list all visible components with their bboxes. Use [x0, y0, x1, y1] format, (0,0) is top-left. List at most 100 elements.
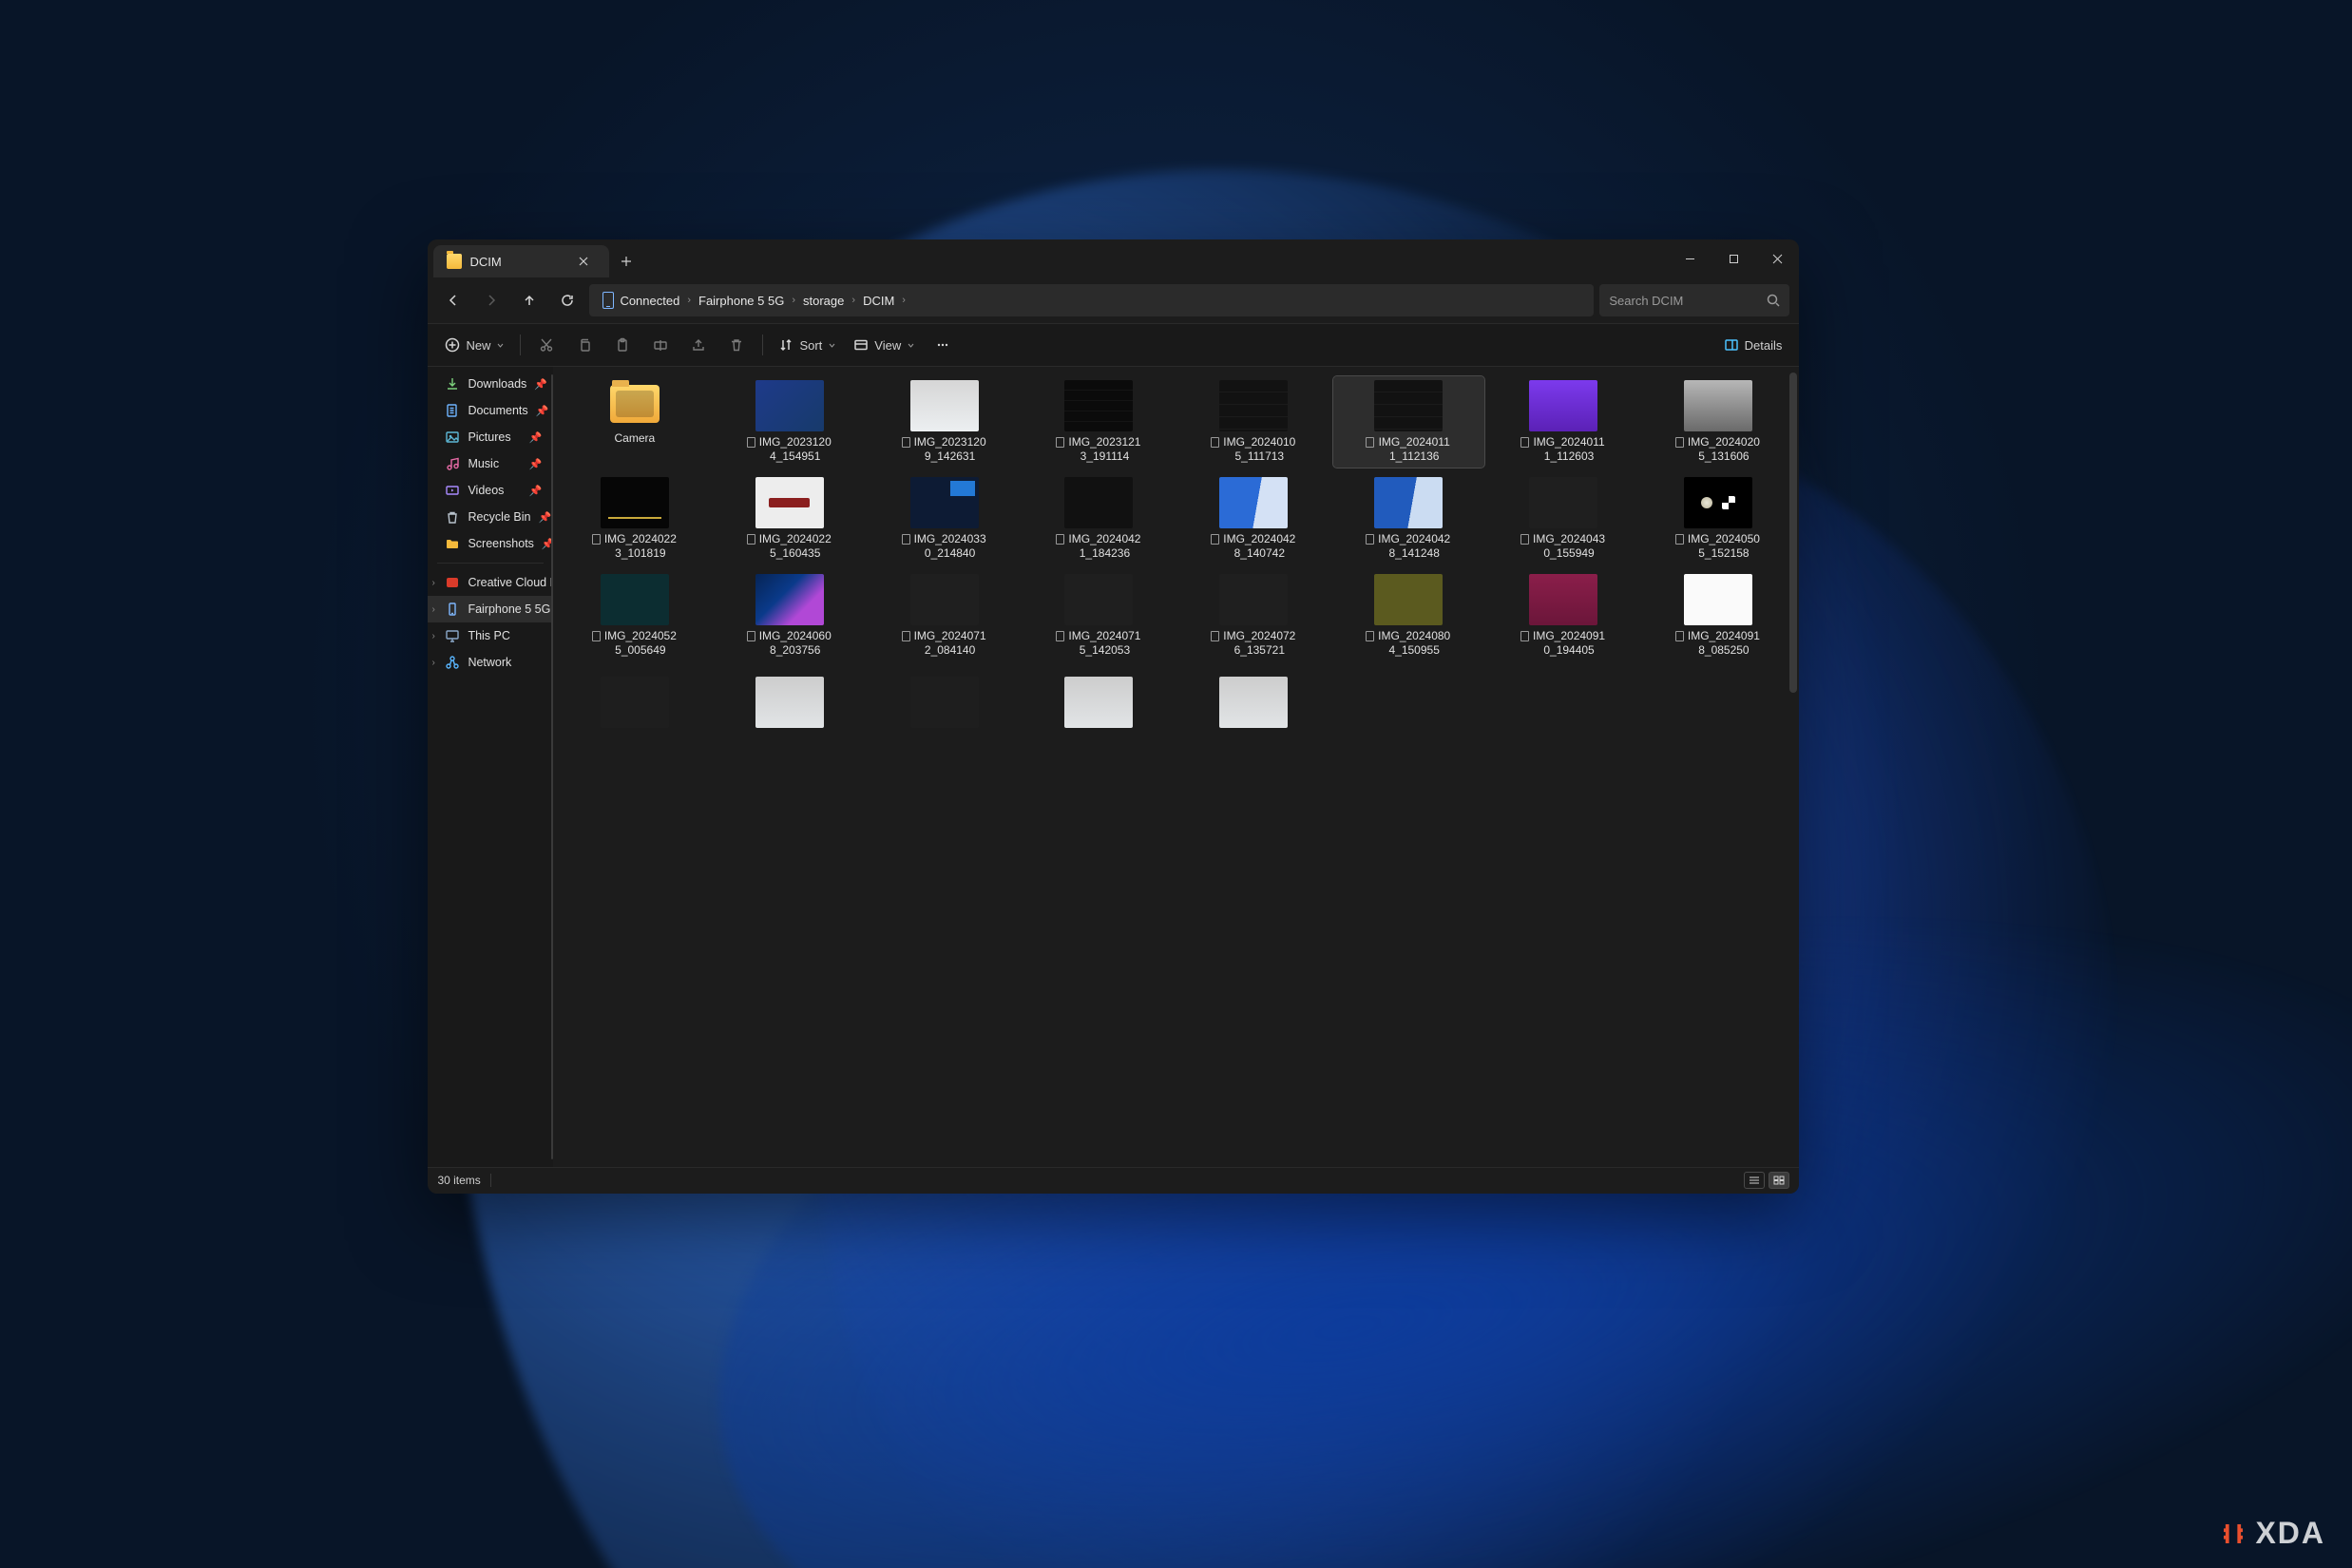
sidebar-item-documents[interactable]: Documents📌	[428, 397, 553, 424]
file-item[interactable]: IMG_20240223_101819	[559, 473, 710, 564]
file-name: IMG_20240918_085250	[1675, 629, 1761, 658]
folder-item[interactable]: Camera	[559, 376, 710, 468]
file-item[interactable]: IMG_20240111_112603	[1488, 376, 1639, 468]
paste-button[interactable]	[604, 329, 641, 361]
copy-button[interactable]	[566, 329, 602, 361]
folder-thumbnail	[606, 380, 663, 428]
breadcrumb-root[interactable]: Connected	[597, 284, 685, 316]
file-item[interactable]	[1178, 673, 1329, 732]
cut-button[interactable]	[528, 329, 564, 361]
file-item[interactable]: IMG_20240421_184236	[1023, 473, 1175, 564]
forward-button[interactable]	[475, 284, 507, 316]
scrollbar[interactable]	[1789, 373, 1797, 692]
breadcrumb-item[interactable]: Fairphone 5 5G	[693, 284, 790, 316]
content-area[interactable]: CameraIMG_20231204_154951IMG_20231209_14…	[553, 367, 1799, 1166]
sidebar-item-this-pc[interactable]: ›This PC	[428, 622, 553, 649]
sidebar-item-label: Network	[468, 656, 511, 669]
breadcrumb-item[interactable]: storage	[797, 284, 850, 316]
sidebar-item-screenshots[interactable]: Screenshots📌	[428, 530, 553, 557]
view-button[interactable]: View	[846, 329, 923, 361]
rename-button[interactable]	[642, 329, 679, 361]
file-item[interactable]: IMG_20240910_194405	[1488, 570, 1639, 661]
view-details-button[interactable]	[1744, 1172, 1765, 1189]
sidebar-item-creative-cloud-f[interactable]: ›Creative Cloud F	[428, 569, 553, 596]
address-bar[interactable]: Connected › Fairphone 5 5G› storage› DCI…	[589, 284, 1594, 316]
refresh-button[interactable]	[551, 284, 583, 316]
pin-icon: 📌	[538, 511, 551, 524]
sort-button[interactable]: Sort	[771, 329, 844, 361]
image-thumbnail	[1219, 380, 1288, 431]
file-item[interactable]: IMG_20240505_152158	[1642, 473, 1793, 564]
file-item[interactable]: IMG_20240111_112136	[1333, 376, 1484, 468]
file-item[interactable]: IMG_20240428_140742	[1178, 473, 1329, 564]
delete-button[interactable]	[718, 329, 755, 361]
more-button[interactable]	[925, 329, 961, 361]
window-tab[interactable]: DCIM	[433, 245, 609, 277]
file-name: IMG_20240715_142053	[1056, 629, 1141, 658]
sidebar-item-videos[interactable]: Videos📌	[428, 477, 553, 504]
file-item[interactable]: IMG_20231209_142631	[869, 376, 1020, 468]
chevron-right-icon: ›	[431, 578, 434, 588]
close-window-button[interactable]	[1755, 239, 1799, 277]
recycle-icon	[445, 509, 460, 525]
breadcrumb-item[interactable]: DCIM	[857, 284, 900, 316]
sidebar-item-downloads[interactable]: Downloads📌	[428, 371, 553, 397]
chevron-down-icon	[496, 341, 505, 350]
file-item[interactable]: IMG_20240804_150955	[1333, 570, 1484, 661]
new-icon	[445, 337, 460, 353]
file-item[interactable]: IMG_20240726_135721	[1178, 570, 1329, 661]
new-button[interactable]: New	[437, 329, 512, 361]
new-tab-button[interactable]	[609, 245, 643, 277]
file-item[interactable]	[559, 673, 710, 732]
rename-icon	[653, 337, 668, 353]
up-button[interactable]	[513, 284, 545, 316]
details-pane-button[interactable]: Details	[1716, 329, 1790, 361]
file-item[interactable]: IMG_20240225_160435	[714, 473, 865, 564]
file-name: IMG_20240505_152158	[1675, 532, 1761, 561]
image-thumbnail	[1219, 477, 1288, 528]
image-thumbnail	[1529, 380, 1597, 431]
file-item[interactable]: IMG_20240428_141248	[1333, 473, 1484, 564]
minimize-button[interactable]	[1668, 239, 1711, 277]
file-icon	[747, 437, 755, 448]
file-item[interactable]: IMG_20240525_005649	[559, 570, 710, 661]
sidebar-item-fairphone-5-5g[interactable]: ›Fairphone 5 5G	[428, 596, 553, 622]
file-icon	[1366, 534, 1374, 545]
sidebar-item-label: Downloads	[468, 377, 526, 391]
maximize-button[interactable]	[1711, 239, 1755, 277]
file-item[interactable]: IMG_20240430_155949	[1488, 473, 1639, 564]
image-thumbnail	[1064, 574, 1133, 625]
file-item[interactable]	[869, 673, 1020, 732]
pictures-icon	[445, 430, 460, 445]
file-item[interactable]	[1023, 673, 1175, 732]
file-name: IMG_20240525_005649	[592, 629, 678, 658]
back-button[interactable]	[437, 284, 469, 316]
file-item[interactable]: IMG_20240608_203756	[714, 570, 865, 661]
tab-close-button[interactable]	[571, 249, 596, 274]
file-icon	[592, 534, 601, 545]
file-name: IMG_20240428_140742	[1211, 532, 1296, 561]
file-item[interactable]: IMG_20240715_142053	[1023, 570, 1175, 661]
image-thumbnail	[910, 380, 979, 431]
file-item[interactable]: IMG_20240712_084140	[869, 570, 1020, 661]
sidebar-item-music[interactable]: Music📌	[428, 450, 553, 477]
image-thumbnail	[910, 677, 979, 728]
file-item[interactable]: IMG_20231213_191114	[1023, 376, 1175, 468]
view-thumbnails-button[interactable]	[1769, 1172, 1789, 1189]
file-item[interactable]: IMG_20240330_214840	[869, 473, 1020, 564]
chevron-down-icon	[907, 341, 915, 350]
file-item[interactable]	[714, 673, 865, 732]
sidebar-item-recycle-bin[interactable]: Recycle Bin📌	[428, 504, 553, 530]
file-item[interactable]: IMG_20240105_111713	[1178, 376, 1329, 468]
search-input[interactable]: Search DCIM	[1599, 284, 1789, 316]
sidebar-item-network[interactable]: ›Network	[428, 649, 553, 676]
file-item[interactable]: IMG_20231204_154951	[714, 376, 865, 468]
file-item[interactable]: IMG_20240918_085250	[1642, 570, 1793, 661]
file-icon	[1366, 631, 1374, 641]
sidebar: Downloads📌Documents📌Pictures📌Music📌Video…	[428, 367, 553, 1166]
file-icon	[747, 631, 755, 641]
share-button[interactable]	[680, 329, 717, 361]
file-item[interactable]: IMG_20240205_131606	[1642, 376, 1793, 468]
sidebar-item-pictures[interactable]: Pictures📌	[428, 424, 553, 450]
file-name: IMG_20240223_101819	[592, 532, 678, 561]
